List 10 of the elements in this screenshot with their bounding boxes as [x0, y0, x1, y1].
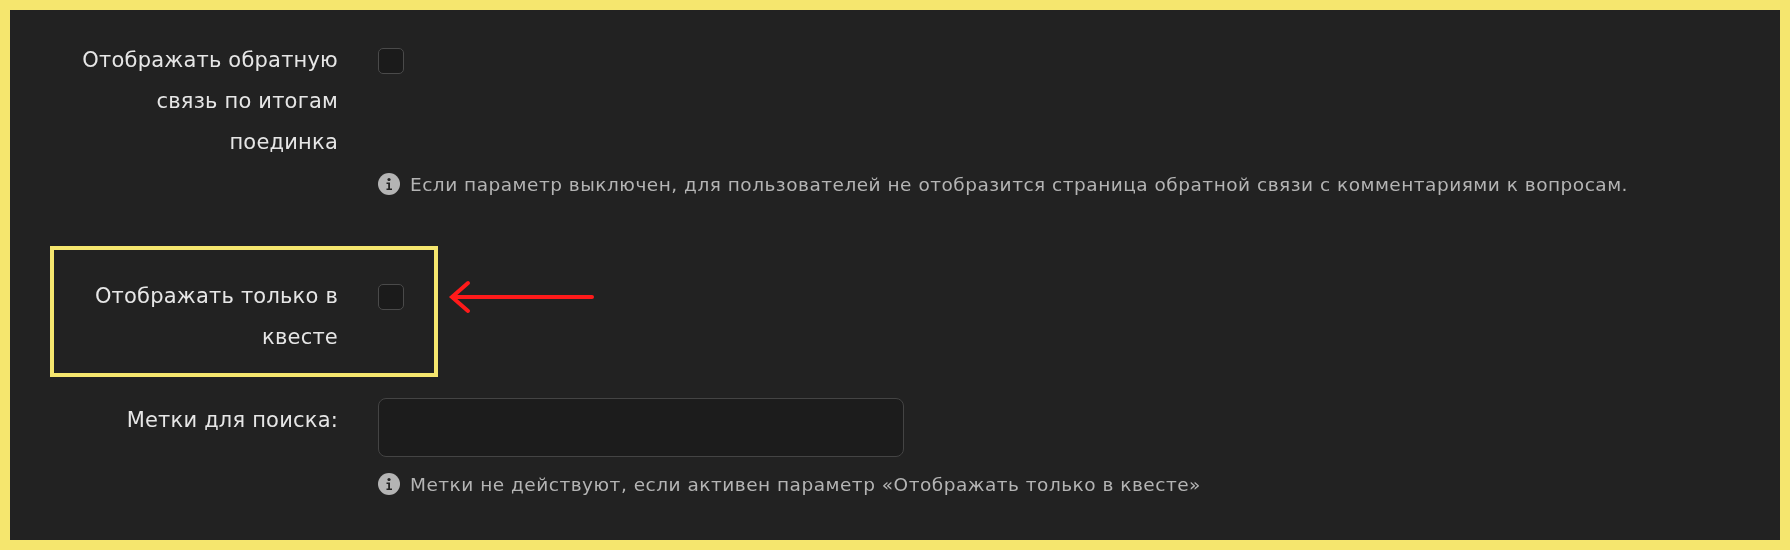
setting-label: Отображать только в квесте: [93, 283, 338, 351]
info-icon: [378, 173, 400, 195]
hint-text: Метки не действуют, если активен параметр «Отображать только в квесте»: [410, 473, 1201, 495]
info-icon: [378, 473, 400, 495]
hint-text: Если параметр выключен, для пользователей не отобразится страница обратной связи с комментариями к вопросам.: [410, 173, 1628, 195]
input-field[interactable]: [378, 398, 904, 457]
setting-label: Метки для поиска:: [125, 407, 338, 434]
checkbox[interactable]: [378, 284, 404, 310]
checkbox[interactable]: [378, 48, 404, 74]
setting-label: Отображать обратную связь по итогам поединка: [81, 47, 338, 156]
